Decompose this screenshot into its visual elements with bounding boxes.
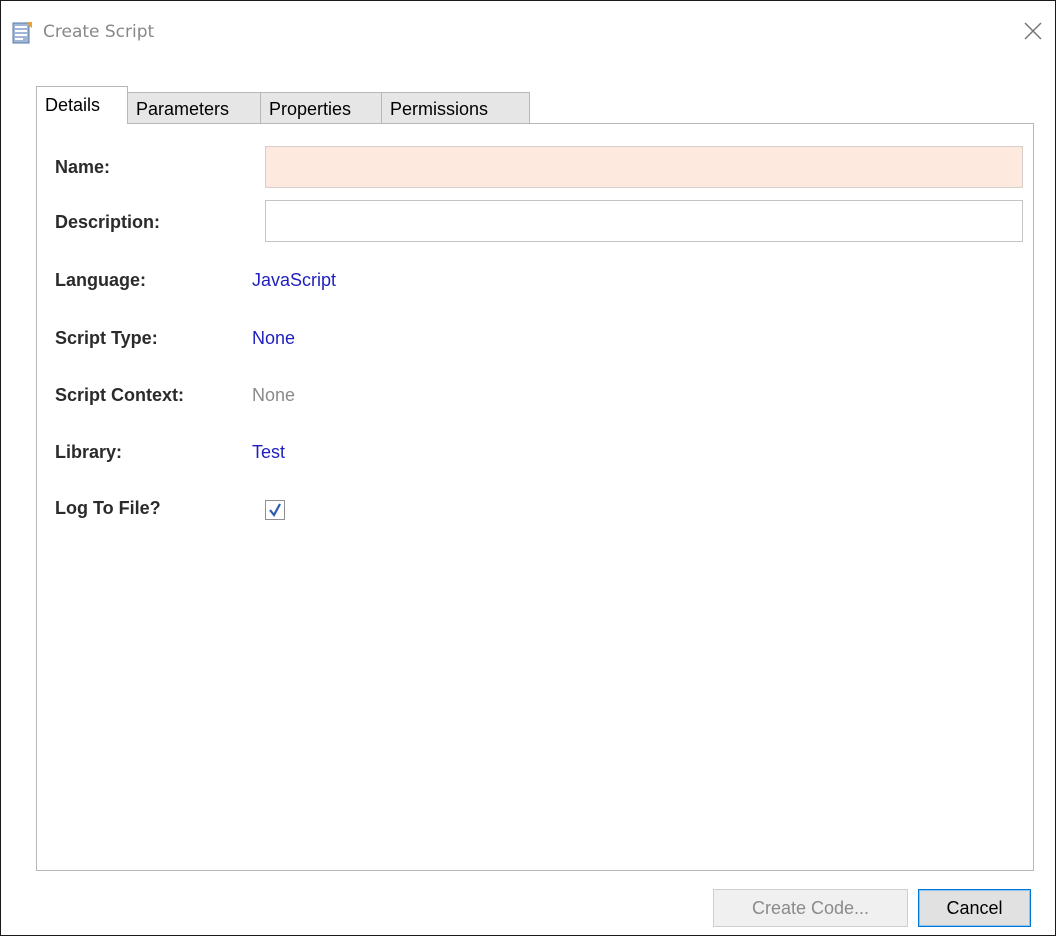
script-context-label: Script Context: (55, 385, 185, 405)
details-panel: Name: Description: Language: JavaScript … (36, 123, 1034, 871)
script-type-label: Script Type: (55, 328, 158, 348)
close-icon[interactable] (1021, 19, 1045, 43)
description-label: Description: (55, 212, 161, 232)
tab-details[interactable]: Details (36, 86, 128, 124)
library-value[interactable]: Test (252, 442, 285, 463)
window-title: Create Script (43, 22, 155, 42)
name-label: Name: (55, 157, 111, 177)
name-field[interactable] (265, 146, 1023, 188)
create-code-button[interactable]: Create Code... (713, 889, 908, 927)
script-type-value[interactable]: None (252, 328, 295, 349)
log-to-file-checkbox[interactable] (265, 500, 285, 520)
tab-permissions[interactable]: Permissions (381, 92, 530, 124)
tab-properties[interactable]: Properties (260, 92, 382, 124)
library-label: Library: (55, 442, 123, 462)
language-value[interactable]: JavaScript (252, 270, 336, 291)
log-to-file-label: Log To File? (55, 498, 161, 518)
script-document-icon (11, 22, 33, 44)
title-bar: Create Script (1, 1, 1055, 63)
description-field[interactable] (265, 200, 1023, 242)
script-context-value: None (252, 385, 296, 405)
tab-parameters[interactable]: Parameters (127, 92, 261, 124)
create-script-dialog: Create Script Details Parameters Propert… (0, 0, 1056, 936)
language-label: Language: (55, 270, 147, 290)
tab-bar: Details Parameters Properties Permission… (36, 86, 530, 124)
cancel-button[interactable]: Cancel (918, 889, 1031, 927)
checkmark-icon (269, 503, 281, 517)
